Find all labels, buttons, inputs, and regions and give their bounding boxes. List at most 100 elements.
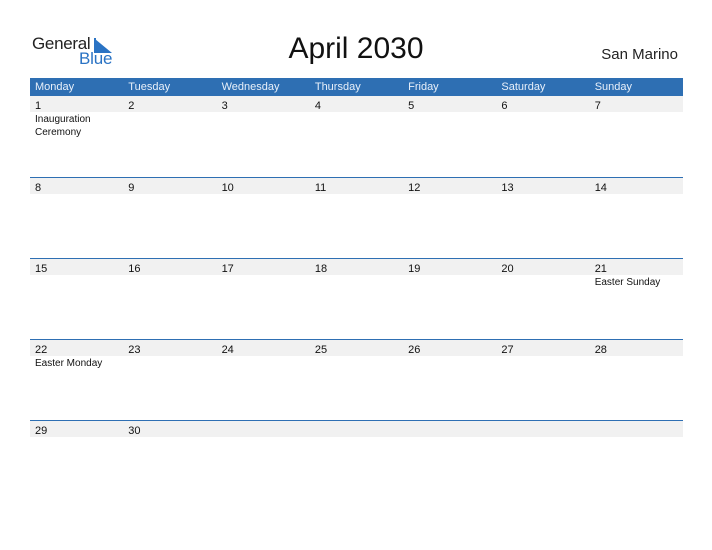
holiday-event: [217, 437, 310, 438]
day-cell: 6: [496, 96, 589, 112]
day-cell: 29: [30, 421, 123, 437]
weekday-header: Monday Tuesday Wednesday Thursday Friday…: [30, 78, 683, 96]
date-strip: 15 16 17 18 19 20 21: [30, 259, 683, 275]
day-cell: 12: [403, 178, 496, 194]
day-number: 16: [128, 263, 141, 275]
holiday-event: [403, 356, 496, 370]
holiday-event: [496, 275, 589, 289]
holiday-event: [590, 356, 683, 370]
day-cell: 5: [403, 96, 496, 112]
day-cell: 8: [30, 178, 123, 194]
holiday-event: [30, 194, 123, 195]
events-row: [30, 194, 683, 195]
day-cell: [217, 421, 310, 437]
day-cell: 22: [30, 340, 123, 356]
events-row: [30, 437, 683, 438]
events-row: Inauguration Ceremony: [30, 112, 683, 139]
events-row: Easter Monday: [30, 356, 683, 370]
week-row: 22 23 24 25 26 27 28 Easter Monday: [30, 339, 683, 420]
day-number: 22: [35, 344, 48, 356]
day-cell: 25: [310, 340, 403, 356]
weekday-tuesday: Tuesday: [128, 81, 171, 93]
day-number: 13: [501, 182, 514, 194]
day-cell: 11: [310, 178, 403, 194]
holiday-event: [123, 112, 216, 139]
day-number: 4: [314, 100, 321, 112]
day-cell: 19: [403, 259, 496, 275]
day-number: 29: [35, 425, 48, 437]
week-row: 8 9 10 11 12 13 14: [30, 177, 683, 258]
day-cell: 3: [217, 96, 310, 112]
day-cell: [310, 421, 403, 437]
weekday-wednesday: Wednesday: [221, 81, 280, 93]
day-number: 23: [128, 344, 141, 356]
day-cell: 2: [123, 96, 216, 112]
day-cell: 20: [496, 259, 589, 275]
holiday-event: [123, 356, 216, 370]
holiday-event: [496, 112, 589, 139]
day-number: 3: [221, 100, 228, 112]
holiday-event: Inauguration Ceremony: [35, 114, 91, 138]
day-cell: 24: [217, 340, 310, 356]
day-number: 8: [35, 182, 42, 194]
day-number: 14: [594, 182, 607, 194]
day-number: 30: [128, 425, 141, 437]
holiday-event: Easter Sunday: [594, 277, 661, 288]
day-number: 25: [314, 344, 328, 356]
day-cell: 28: [590, 340, 683, 356]
day-cell: 4: [310, 96, 403, 112]
date-strip: 8 9 10 11 12 13 14: [30, 178, 683, 194]
day-cell: 23: [123, 340, 216, 356]
day-cell: 30: [123, 421, 216, 437]
day-number: 26: [408, 344, 421, 356]
holiday-event: [590, 194, 683, 195]
day-number: 24: [221, 344, 234, 356]
day-cell: 1: [30, 96, 123, 112]
country-label: San Marino: [601, 46, 678, 63]
day-number: 7: [594, 100, 601, 112]
day-cell: [496, 421, 589, 437]
holiday-event: [403, 437, 496, 438]
holiday-event: [403, 275, 496, 289]
holiday-event: [30, 437, 123, 438]
date-strip: 22 23 24 25 26 27 28: [30, 340, 683, 356]
day-number: 2: [128, 100, 135, 112]
holiday-event: [310, 275, 403, 289]
weekday-thursday: Thursday: [314, 81, 361, 93]
day-cell: 15: [30, 259, 123, 275]
day-number: 20: [501, 263, 514, 275]
day-cell: [403, 421, 496, 437]
week-row: 1 2 3 4 5 6 7 Inauguration Ceremony: [30, 96, 683, 177]
holiday-event: Easter Monday: [35, 358, 103, 369]
holiday-event: [496, 356, 589, 370]
day-cell: 10: [217, 178, 310, 194]
day-number: 18: [314, 263, 328, 275]
holiday-event: [496, 437, 589, 438]
day-cell: 27: [496, 340, 589, 356]
holiday-event: [310, 437, 403, 438]
weekday-saturday: Saturday: [501, 81, 546, 93]
day-number: 17: [221, 263, 234, 275]
holiday-event: [217, 194, 310, 195]
weekday-friday: Friday: [408, 81, 439, 93]
holiday-event: [590, 437, 683, 438]
day-number: 5: [408, 100, 415, 112]
day-cell: 13: [496, 178, 589, 194]
day-cell: 16: [123, 259, 216, 275]
holiday-event: [217, 356, 310, 370]
day-number: 1: [35, 100, 42, 112]
day-number: 15: [35, 263, 48, 275]
holiday-event: [590, 112, 683, 139]
date-strip: 29 30: [30, 421, 683, 437]
events-row: Easter Sunday: [30, 275, 683, 289]
date-strip: 1 2 3 4 5 6 7: [30, 96, 683, 112]
day-number: 6: [501, 100, 508, 112]
day-number: 9: [128, 182, 135, 194]
holiday-event: [310, 112, 403, 139]
holiday-event: [123, 194, 216, 195]
day-cell: [590, 421, 683, 437]
day-number: 21: [594, 263, 607, 275]
calendar-grid: Monday Tuesday Wednesday Thursday Friday…: [30, 78, 683, 501]
day-number: 27: [501, 344, 514, 356]
day-number: 11: [314, 182, 327, 194]
